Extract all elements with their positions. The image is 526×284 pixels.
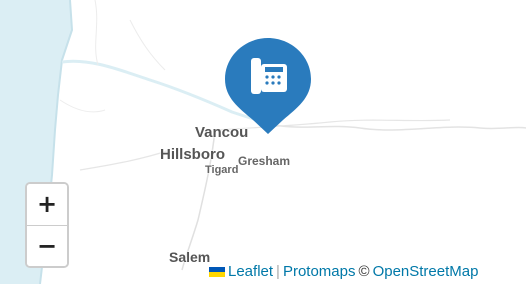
openstreetmap-link[interactable]: OpenStreetMap — [373, 263, 479, 280]
map-canvas[interactable]: Vancou Hillsboro Gresham Tigard Salem + … — [0, 0, 526, 284]
place-label-tigard: Tigard — [205, 164, 239, 176]
county-boundary — [94, 0, 99, 66]
county-boundary — [129, 19, 166, 71]
local-road — [59, 99, 106, 113]
zoom-out-button[interactable]: − — [27, 226, 67, 266]
place-label-salem: Salem — [169, 249, 211, 265]
attribution-separator: | — [276, 263, 280, 280]
highway-road — [79, 149, 171, 171]
zoom-control: + − — [25, 182, 69, 268]
ukraine-flag-icon — [209, 267, 225, 277]
protomaps-link[interactable]: Protomaps — [283, 263, 356, 280]
zoom-in-button[interactable]: + — [27, 184, 67, 226]
place-label-gresham: Gresham — [238, 154, 291, 168]
place-label-hillsboro: Hillsboro — [160, 146, 226, 163]
attribution-bar: Leaflet | Protomaps © OpenStreetMap — [207, 262, 483, 282]
map-marker[interactable] — [223, 36, 313, 136]
leaflet-link[interactable]: Leaflet — [228, 263, 273, 280]
copyright-symbol: © — [358, 263, 370, 280]
